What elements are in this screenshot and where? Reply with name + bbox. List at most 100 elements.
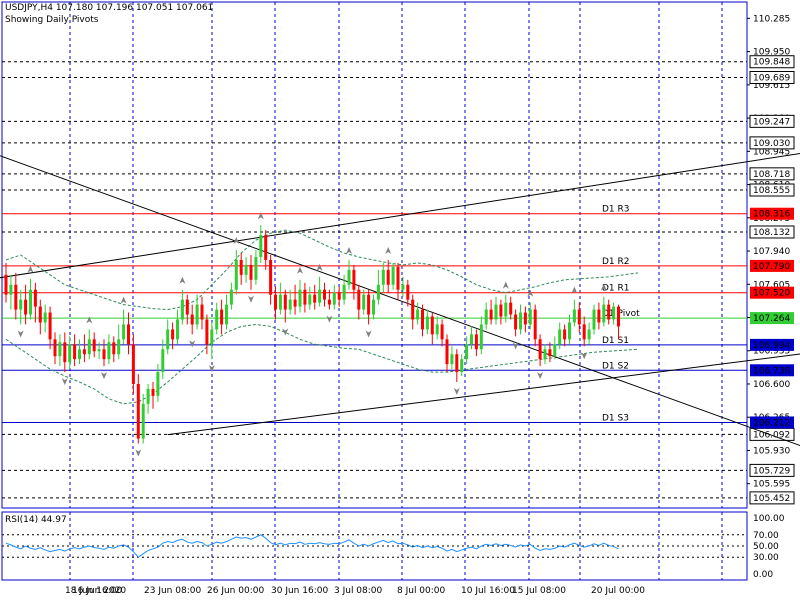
candle-body (136, 383, 140, 439)
candle-body (376, 284, 380, 300)
candle-body (176, 319, 179, 340)
candle-body (161, 349, 165, 373)
candle-body (195, 304, 199, 325)
candle-body (73, 344, 77, 360)
candle-body (87, 339, 91, 355)
candle-body (63, 342, 67, 363)
pivot-price-label: 107.790 (753, 262, 790, 272)
price-level-label: 108.132 (753, 228, 790, 238)
x-axis-tick-label: 26 Jun 00:00 (207, 586, 264, 596)
candle-body (249, 264, 253, 280)
candle-body (543, 349, 547, 360)
rsi-axis-tick-label: 50.00 (753, 542, 779, 552)
candle-body (9, 284, 13, 295)
candle-body (568, 322, 571, 340)
candle-body (494, 304, 498, 320)
candle-body (563, 329, 567, 340)
candle-body (38, 306, 42, 323)
candle-body (391, 266, 395, 285)
candle-body (421, 309, 424, 330)
rsi-label: RSI(14) 44.97 (5, 515, 67, 525)
candle-body (489, 309, 493, 320)
candle-body (602, 304, 606, 323)
candle-body (425, 316, 429, 330)
candle-body (411, 299, 415, 320)
candle-body (538, 339, 542, 360)
pivot-name-label: D1 S3 (602, 413, 629, 423)
candle-body (4, 274, 8, 295)
price-level-label: 108.555 (753, 186, 790, 196)
candle-body (225, 304, 228, 325)
candle-body (362, 294, 366, 310)
pivot-name-label: D1 S2 (602, 361, 629, 371)
candle-body (229, 289, 233, 305)
symbol-ohlc-readout: USDJPY,H4 107.180 107.196 107.051 107.06… (5, 3, 214, 13)
candle-body (372, 299, 375, 315)
candle-body (303, 289, 307, 305)
candle-body (523, 312, 527, 325)
candle-body (107, 342, 111, 360)
candle-body (288, 299, 292, 310)
candle-body (572, 309, 576, 323)
candle-body (597, 309, 601, 323)
candle-body (553, 344, 557, 357)
candle-body (323, 289, 326, 300)
candle-body (166, 329, 170, 350)
candle-body (484, 309, 488, 325)
candle-body (612, 306, 616, 320)
candle-body (78, 349, 81, 360)
y-axis-tick-label: 110.285 (753, 14, 790, 24)
candle-body (430, 316, 434, 335)
candle-body (97, 349, 101, 352)
candle-body (298, 289, 302, 307)
candle-body (122, 324, 126, 340)
candle-body (53, 339, 57, 357)
pivot-name-label: D1 R1 (602, 284, 630, 294)
candle-body (347, 269, 351, 285)
pivot-price-label: 107.264 (753, 314, 790, 324)
price-level-label: 109.848 (753, 58, 790, 68)
x-axis-tick-label: 23 Jun 08:00 (144, 586, 201, 596)
candle-body (445, 339, 449, 365)
candle-body (259, 235, 263, 257)
candle-body (607, 304, 611, 320)
candle-body (14, 284, 18, 310)
candle-body (112, 342, 116, 355)
candle-body (24, 299, 28, 315)
pivot-name-label: D1 R2 (602, 257, 630, 267)
candle-body (234, 259, 238, 290)
pivot-price-label: 106.738 (753, 366, 790, 376)
price-level-label: 109.030 (753, 139, 790, 149)
candle-body (244, 264, 248, 275)
candle-body (313, 294, 317, 303)
candle-body (190, 314, 194, 325)
candle-body (504, 302, 508, 317)
pivot-subtitle: Showing Daily Pivots (5, 15, 99, 25)
candle-body (102, 349, 106, 360)
candle-body (200, 304, 204, 320)
pivot-price-label: 106.212 (753, 418, 790, 428)
candle-body (386, 269, 390, 285)
price-level-label: 109.247 (753, 117, 790, 127)
candle-body (582, 324, 586, 340)
price-level-label: 105.452 (753, 494, 790, 504)
candle-body (357, 289, 361, 310)
y-axis-tick-label: 105.930 (753, 446, 790, 456)
pivot-price-label: 106.994 (753, 341, 790, 351)
candle-body (416, 309, 420, 320)
candle-body (440, 324, 444, 340)
y-axis-tick-label: 106.600 (753, 380, 790, 390)
candle-body (215, 309, 219, 330)
price-level-label: 109.689 (753, 74, 790, 84)
candle-body (171, 329, 175, 340)
price-chart[interactable]: 110.285109.950109.615109.280108.945108.6… (0, 0, 800, 600)
candle-body (308, 294, 312, 305)
candle-body (337, 292, 341, 300)
candle-body (342, 284, 346, 300)
candle-body (367, 294, 371, 315)
candle-body (19, 299, 23, 310)
rsi-axis-tick-label: 100.00 (753, 514, 785, 524)
candle-body (548, 349, 552, 357)
candle-body (465, 344, 469, 360)
candle-body (278, 294, 282, 310)
